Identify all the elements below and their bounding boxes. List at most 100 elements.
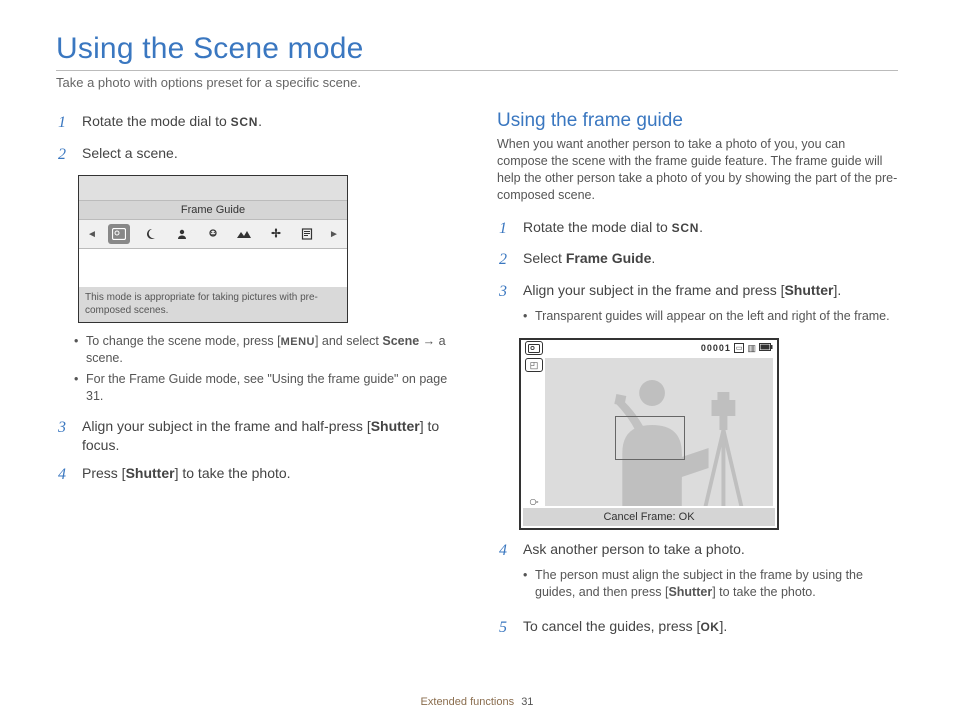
viewfinder: [545, 358, 773, 506]
step-text: Ask another person to take a photo. The …: [523, 540, 898, 613]
nav-left-icon: ◄: [85, 229, 99, 240]
step-text: Align your subject in the frame and pres…: [523, 281, 898, 337]
scn-icon: SCN: [672, 221, 699, 235]
text: ] to take the photo.: [712, 585, 816, 599]
text-bold: Shutter: [126, 465, 175, 481]
r-step-1: 1 Rotate the mode dial to SCN.: [499, 218, 898, 240]
text: ] and select: [315, 334, 382, 348]
manual-page: Using the Scene mode Take a photo with o…: [0, 0, 954, 667]
step-text: Rotate the mode dial to SCN.: [523, 218, 898, 240]
text: Rotate the mode dial to: [82, 113, 231, 129]
text-bold: Scene: [382, 334, 419, 348]
text: ].: [833, 282, 841, 298]
note-frame-guide-ref: For the Frame Guide mode, see "Using the…: [74, 371, 457, 405]
step-number: 3: [58, 417, 72, 455]
menu-icon: MENU: [281, 336, 315, 348]
right-column: Using the frame guide When you want anot…: [497, 108, 898, 649]
page-title: Using the Scene mode: [56, 32, 898, 66]
text: .: [699, 219, 703, 235]
text-icon: [296, 224, 318, 244]
osd-right-cluster: 00001 ▭ ▥: [701, 343, 773, 354]
scene-description: This mode is appropriate for taking pict…: [79, 287, 347, 322]
battery-icon: [759, 343, 773, 353]
text: ].: [719, 618, 727, 634]
r-step-5: 5 To cancel the guides, press [OK].: [499, 617, 898, 639]
text: Press [: [82, 465, 126, 481]
nav-right-icon: ►: [327, 229, 341, 240]
step-text: Select a scene.: [82, 144, 457, 166]
scene-label: Frame Guide: [79, 200, 347, 220]
osd-left-strip: ◰ ⧂: [525, 358, 543, 508]
frame-indicator-icon: ◰: [525, 358, 543, 372]
page-subtitle: Take a photo with options preset for a s…: [56, 75, 898, 90]
step-3: 3 Align your subject in the frame and ha…: [58, 417, 457, 455]
step-4: 4 Press [Shutter] to take the photo.: [58, 464, 457, 486]
note-transparent-guides: Transparent guides will appear on the le…: [523, 308, 898, 325]
step-number: 4: [58, 464, 72, 486]
step-2-notes: To change the scene mode, press [MENU] a…: [74, 333, 457, 405]
landscape-icon: [233, 224, 255, 244]
focus-rectangle: [615, 416, 685, 460]
step-text: Press [Shutter] to take the photo.: [82, 464, 457, 486]
text: Rotate the mode dial to: [523, 219, 672, 235]
page-footer: Extended functions 31: [0, 696, 954, 708]
step-number: 1: [499, 218, 513, 240]
step-number: 2: [499, 249, 513, 271]
text: Select: [523, 250, 566, 266]
shot-counter: 00001: [701, 343, 731, 353]
text: Align your subject in the frame and half…: [82, 418, 371, 434]
frame-guide-icon: [108, 224, 130, 244]
text: Align your subject in the frame and pres…: [523, 282, 784, 298]
footer-page-number: 31: [521, 696, 533, 708]
text: .: [651, 250, 655, 266]
portrait-icon: [171, 224, 193, 244]
r-step-2: 2 Select Frame Guide.: [499, 249, 898, 271]
step-number: 4: [499, 540, 513, 613]
ok-icon: OK: [700, 620, 719, 634]
quality-icon: ▥: [747, 343, 756, 354]
step-text: To cancel the guides, press [OK].: [523, 617, 898, 639]
mode-indicator-icon: [525, 341, 543, 355]
r-step-3: 3 Align your subject in the frame and pr…: [499, 281, 898, 337]
text-bold: Shutter: [371, 418, 420, 434]
r-step-4: 4 Ask another person to take a photo. Th…: [499, 540, 898, 613]
frame-guide-screenshot: 00001 ▭ ▥ ◰ ⧂ ⚡ ✱ ❀ ☻: [519, 338, 779, 530]
image-size-icon: ▭: [734, 343, 745, 353]
step-text: Rotate the mode dial to SCN.: [82, 112, 457, 134]
screenshot-blank-mid: [79, 249, 347, 287]
text: To change the scene mode, press [: [86, 334, 281, 348]
step-number: 2: [58, 144, 72, 166]
section-intro: When you want another person to take a p…: [497, 136, 898, 204]
text: .: [258, 113, 262, 129]
r-step-3-notes: Transparent guides will appear on the le…: [523, 308, 898, 325]
shake-icon: ⧂: [529, 497, 538, 508]
footer-section: Extended functions: [421, 696, 515, 708]
step-number: 5: [499, 617, 513, 639]
r-step-4-notes: The person must align the subject in the…: [523, 567, 898, 601]
divider: [56, 70, 898, 71]
text-bold: Frame Guide: [566, 250, 652, 266]
step-text: Select Frame Guide.: [523, 249, 898, 271]
osd-top-bar: 00001 ▭ ▥: [521, 340, 777, 356]
text-bold: Shutter: [784, 282, 833, 298]
arrow-icon: →: [419, 334, 438, 348]
close-up-icon: [265, 224, 287, 244]
children-icon: [202, 224, 224, 244]
section-heading: Using the frame guide: [497, 110, 898, 132]
step-text: Align your subject in the frame and half…: [82, 417, 457, 455]
scn-icon: SCN: [231, 115, 258, 129]
note-change-scene: To change the scene mode, press [MENU] a…: [74, 333, 457, 367]
scene-select-screenshot: Frame Guide ◄: [78, 175, 348, 323]
step-number: 1: [58, 112, 72, 134]
two-column-layout: 1 Rotate the mode dial to SCN. 2 Select …: [56, 108, 898, 649]
text: ] to take the photo.: [175, 465, 291, 481]
scene-icon-row: ◄: [79, 220, 347, 249]
osd-bottom-bar: Cancel Frame: OK: [523, 508, 775, 526]
screenshot-blank-top: [79, 176, 347, 200]
step-1: 1 Rotate the mode dial to SCN.: [58, 112, 457, 134]
night-icon: [139, 224, 161, 244]
text: Ask another person to take a photo.: [523, 541, 745, 557]
text-bold: Shutter: [668, 585, 712, 599]
step-2: 2 Select a scene.: [58, 144, 457, 166]
left-column: 1 Rotate the mode dial to SCN. 2 Select …: [56, 108, 457, 649]
